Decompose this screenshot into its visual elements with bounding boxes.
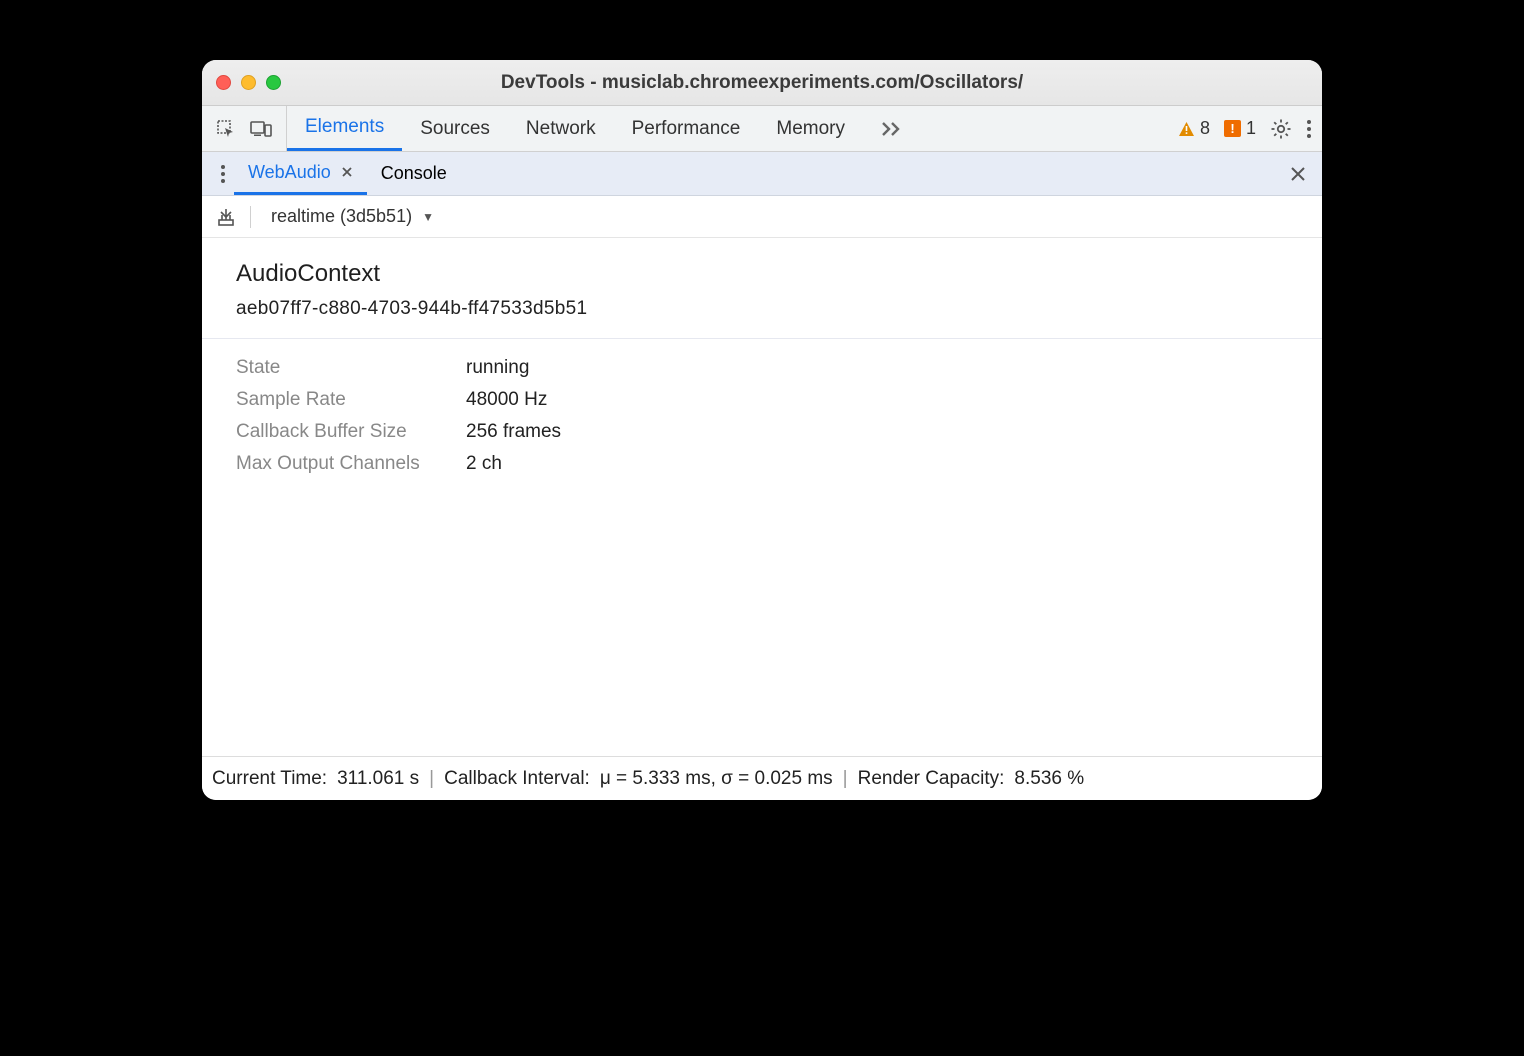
window-title: DevTools - musiclab.chromeexperiments.co… (501, 72, 1023, 94)
prop-value-state: running (466, 357, 1288, 379)
drawer-tab-label: Console (381, 163, 447, 184)
tab-sources[interactable]: Sources (402, 106, 508, 151)
garbage-collect-icon[interactable] (216, 207, 236, 227)
status-current-time-value: 311.061 s (337, 768, 419, 790)
titlebar: DevTools - musiclab.chromeexperiments.co… (202, 60, 1322, 106)
drawer-tabs: WebAudio Console (202, 152, 1322, 196)
tab-elements[interactable]: Elements (287, 106, 402, 151)
status-callback-interval-label: Callback Interval: (444, 768, 590, 790)
audiocontext-title: AudioContext (236, 260, 1288, 288)
main-toolbar: Elements Sources Network Performance Mem… (202, 106, 1322, 152)
audiocontext-uuid: aeb07ff7-c880-4703-944b-ff47533d5b51 (236, 298, 1288, 338)
tab-network[interactable]: Network (508, 106, 614, 151)
tab-memory[interactable]: Memory (758, 106, 863, 151)
more-options-kebab-icon[interactable] (1306, 119, 1312, 139)
divider (250, 206, 251, 228)
divider (202, 338, 1322, 339)
toolbar-right: 8 ! 1 (1178, 118, 1312, 140)
status-current-time-label: Current Time: (212, 768, 327, 790)
window-controls (216, 75, 281, 90)
status-render-capacity-label: Render Capacity: (858, 768, 1005, 790)
prop-value-sample-rate: 48000 Hz (466, 389, 1288, 411)
tab-performance[interactable]: Performance (614, 106, 759, 151)
warning-triangle-icon (1178, 121, 1195, 137)
status-render-capacity-value: 8.536 % (1014, 768, 1084, 790)
audiocontext-properties: State running Sample Rate 48000 Hz Callb… (236, 357, 1288, 475)
warnings-badge[interactable]: 8 (1178, 118, 1210, 139)
separator: | (429, 768, 434, 790)
status-callback-interval-value: μ = 5.333 ms, σ = 0.025 ms (600, 768, 833, 790)
context-selector-dropdown[interactable]: realtime (3d5b51) ▼ (265, 206, 440, 227)
errors-badge[interactable]: ! 1 (1224, 118, 1256, 139)
status-bar: Current Time: 311.061 s | Callback Inter… (202, 756, 1322, 800)
drawer-tab-console[interactable]: Console (367, 152, 461, 195)
close-drawer-icon[interactable] (1290, 166, 1306, 182)
chevrons-right-icon (881, 121, 903, 137)
context-selector-label: realtime (3d5b51) (271, 206, 412, 227)
panel-tabs: Elements Sources Network Performance Mem… (287, 106, 921, 151)
webaudio-toolbar: realtime (3d5b51) ▼ (202, 196, 1322, 238)
prop-key-state: State (236, 357, 466, 379)
prop-key-callback-buffer-size: Callback Buffer Size (236, 421, 466, 443)
dropdown-triangle-icon: ▼ (422, 210, 434, 224)
prop-value-callback-buffer-size: 256 frames (466, 421, 1288, 443)
more-tabs-button[interactable] (863, 106, 921, 151)
drawer-tab-label: WebAudio (248, 162, 331, 183)
separator: | (843, 768, 848, 790)
warnings-count: 8 (1200, 118, 1210, 139)
close-window-button[interactable] (216, 75, 231, 90)
prop-value-max-output-channels: 2 ch (466, 453, 1288, 475)
device-toolbar-icon[interactable] (250, 120, 272, 138)
webaudio-content: AudioContext aeb07ff7-c880-4703-944b-ff4… (202, 238, 1322, 756)
minimize-window-button[interactable] (241, 75, 256, 90)
inspect-element-icon[interactable] (216, 119, 236, 139)
errors-count: 1 (1246, 118, 1256, 139)
prop-key-sample-rate: Sample Rate (236, 389, 466, 411)
drawer-tab-webaudio[interactable]: WebAudio (234, 152, 367, 195)
prop-key-max-output-channels: Max Output Channels (236, 453, 466, 475)
devtools-window: DevTools - musiclab.chromeexperiments.co… (202, 60, 1322, 800)
zoom-window-button[interactable] (266, 75, 281, 90)
error-flag-icon: ! (1224, 120, 1241, 137)
drawer-more-kebab-icon[interactable] (212, 164, 234, 184)
close-tab-icon[interactable] (339, 166, 353, 178)
settings-gear-icon[interactable] (1270, 118, 1292, 140)
toolbar-left-tools (202, 106, 287, 151)
